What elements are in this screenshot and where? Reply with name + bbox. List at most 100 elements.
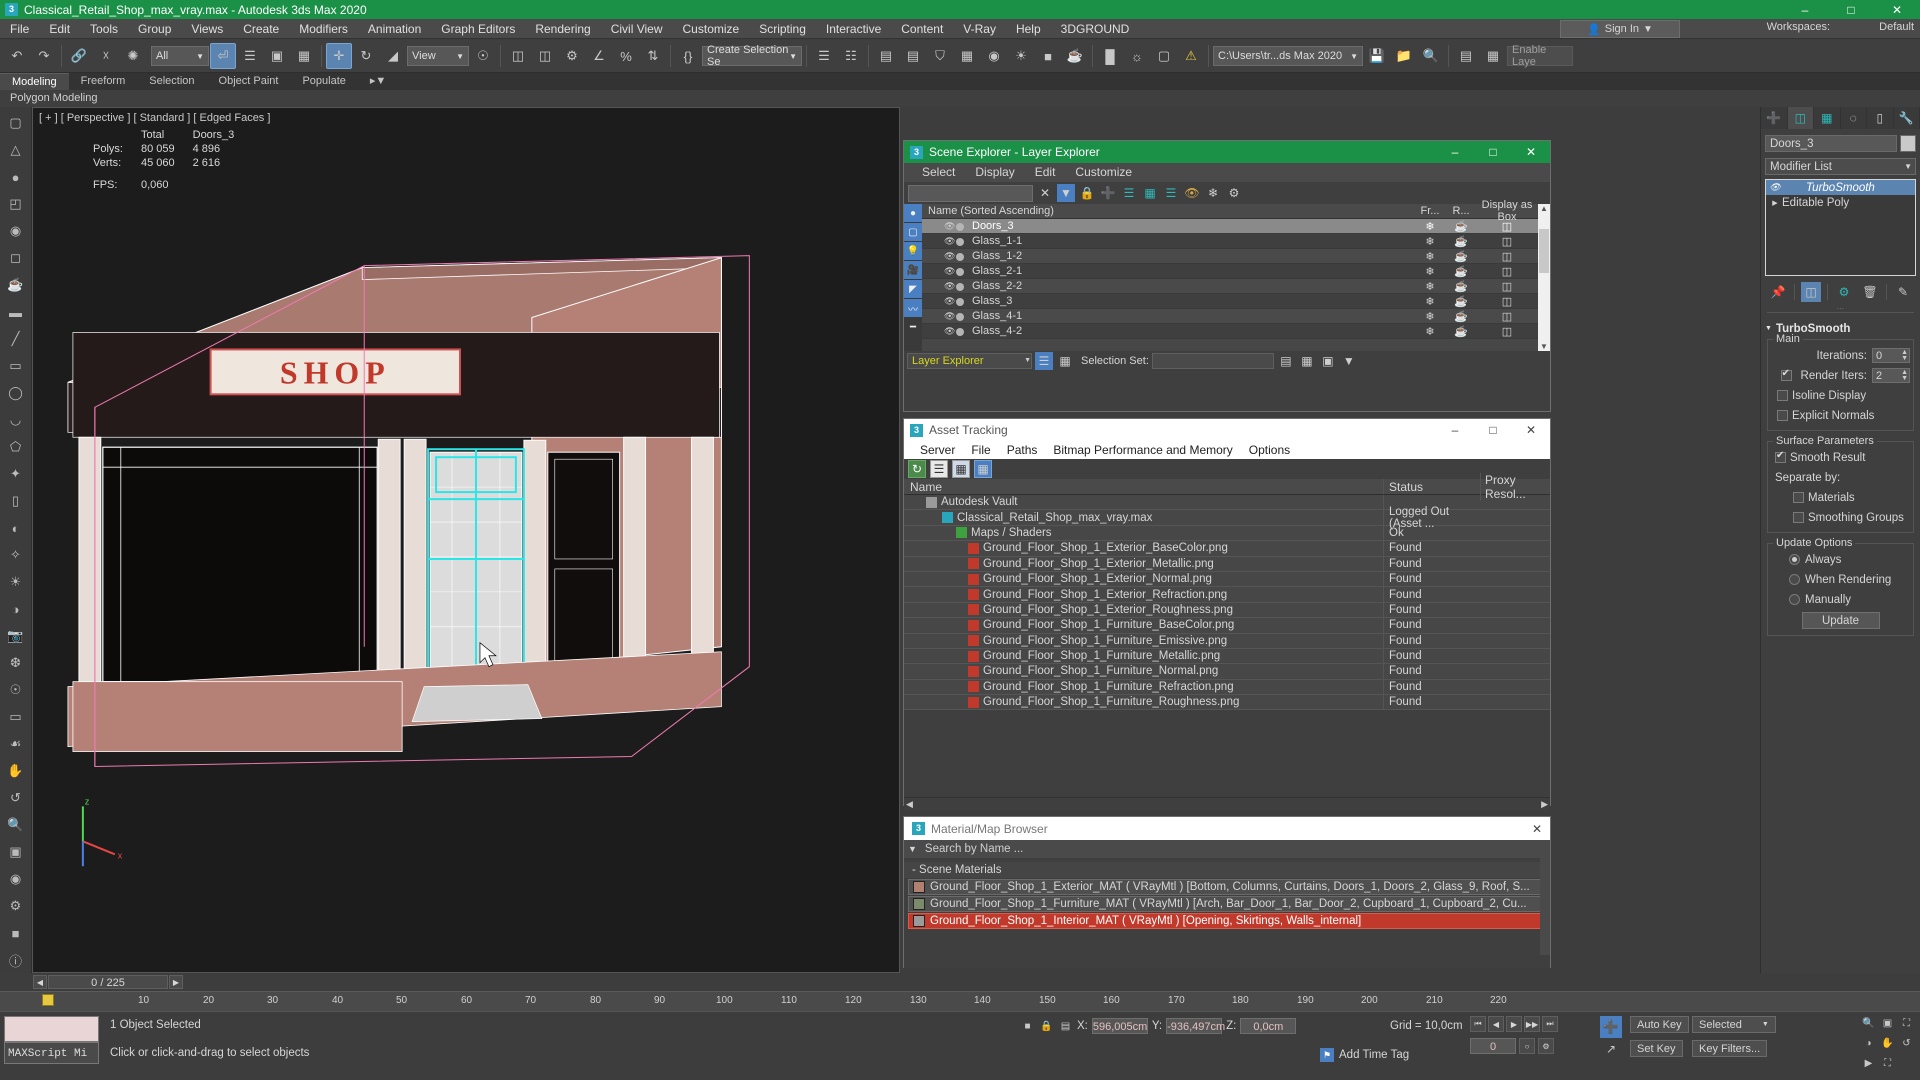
list-view-icon[interactable]: ☰	[930, 460, 948, 478]
rendered-frame-icon[interactable]: ■	[1035, 43, 1061, 69]
renderable-cell-icon[interactable]: ☕	[1446, 310, 1476, 323]
close-button[interactable]: ✕	[1512, 419, 1550, 441]
add-layer-icon[interactable]: ➕	[1099, 184, 1117, 202]
filter-bones-icon[interactable]: ━	[904, 318, 922, 336]
delete-selection-set-icon[interactable]: ▣	[1319, 352, 1337, 370]
table-row[interactable]: Ground_Floor_Shop_1_Furniture_Metallic.p…	[904, 648, 1550, 665]
y-coordinate-field[interactable]: -936,497cm	[1166, 1018, 1225, 1034]
material-editor-icon[interactable]: ◉	[981, 43, 1007, 69]
scene-explorer-titlebar[interactable]: 3 Scene Explorer - Layer Explorer – □ ✕	[904, 141, 1550, 163]
make-unique-icon[interactable]: ⚙	[1834, 282, 1854, 302]
mirror-tool-icon[interactable]: ☰	[811, 43, 837, 69]
close-button[interactable]: ✕	[1512, 141, 1550, 163]
menu-help[interactable]: Help	[1006, 19, 1051, 39]
ribbon-tab-freeform[interactable]: Freeform	[69, 73, 138, 90]
freeze-layer-icon[interactable]: ❄	[1204, 184, 1222, 202]
window-crossing-icon[interactable]: ▦	[291, 43, 317, 69]
menu-graph-editors[interactable]: Graph Editors	[431, 19, 525, 39]
selected-filter-dropdown[interactable]: Selected ▼	[1692, 1016, 1776, 1033]
scene-explorer-window[interactable]: 3 Scene Explorer - Layer Explorer – □ ✕ …	[903, 140, 1551, 412]
render-iters-checkbox[interactable]	[1780, 368, 1792, 381]
enable-layer-field[interactable]: Enable Laye	[1507, 44, 1573, 68]
menu-customize[interactable]: Customize	[673, 19, 750, 39]
menu-rendering[interactable]: Rendering	[525, 19, 600, 39]
column-header-status[interactable]: Status	[1383, 479, 1480, 494]
zoom-view-icon[interactable]: 🔍	[4, 813, 28, 837]
filter-space-warps-icon[interactable]: 〰	[904, 299, 922, 317]
freeze-cell-icon[interactable]: ❄	[1414, 280, 1446, 293]
open-file-icon[interactable]: 📁	[1391, 43, 1417, 69]
prev-frame-button[interactable]: ◀	[33, 975, 47, 989]
vray-proxy-icon[interactable]: ▭	[4, 705, 28, 729]
ribbon-tab-modeling[interactable]: Modeling	[0, 73, 69, 90]
materials-row[interactable]: Materials	[1771, 489, 1910, 506]
bind-space-warp-icon[interactable]: ✺	[120, 43, 146, 69]
sphere-tool-icon[interactable]: ●	[4, 165, 28, 189]
display-as-box-cell-icon[interactable]: ◫	[1476, 295, 1538, 308]
timeline-ruler[interactable]: 10 20 30 40 50 60 70 80 90 100 110 120 1…	[0, 991, 1920, 1011]
list-item[interactable]: Ground_Floor_Shop_1_Interior_MAT ( VRayM…	[908, 913, 1546, 929]
filter-icon[interactable]: ▼	[1057, 184, 1075, 202]
at-menu-bitmap-performance[interactable]: Bitmap Performance and Memory	[1045, 443, 1240, 457]
scene-materials-group-header[interactable]: - Scene Materials	[904, 862, 1550, 878]
select-link-icon[interactable]: 🔗	[66, 43, 92, 69]
column-header-proxy[interactable]: Proxy Resol...	[1480, 472, 1550, 501]
renderable-cell-icon[interactable]: ☕	[1446, 250, 1476, 263]
cone-tool-icon[interactable]: △	[4, 138, 28, 162]
play-animation-icon[interactable]: ▶	[1506, 1016, 1522, 1032]
save-file-icon[interactable]: 💾	[1364, 43, 1390, 69]
color-swatch[interactable]	[956, 268, 964, 276]
time-slider-handle[interactable]	[42, 994, 54, 1006]
current-frame-display[interactable]: 0 / 225	[48, 975, 168, 989]
selection-set-dropdown[interactable]	[1151, 352, 1274, 369]
asset-tracking-horizontal-scrollbar[interactable]: ◀ ▶	[904, 797, 1550, 811]
update-manually-radio[interactable]	[1789, 594, 1800, 605]
menu-content[interactable]: Content	[891, 19, 953, 39]
freeze-cell-icon[interactable]: ❄	[1414, 250, 1446, 263]
spinner-arrows-icon[interactable]: ▲ ▼	[1901, 349, 1908, 362]
table-row[interactable]: 👁 Glass_3 ❄ ☕ ◫	[922, 294, 1538, 309]
filter-helpers-icon[interactable]: ◤	[904, 280, 922, 298]
table-row[interactable]: Ground_Floor_Shop_1_Furniture_BaseColor.…	[904, 618, 1550, 634]
renderable-cell-icon[interactable]: ☕	[1446, 220, 1476, 233]
hierarchy-view-toggle-icon[interactable]: ▦	[1056, 352, 1074, 370]
update-when-rendering-row[interactable]: When Rendering	[1771, 571, 1910, 588]
material-map-browser-window[interactable]: 3 Material/Map Browser ✕ ▼ Search by Nam…	[903, 816, 1551, 968]
menu-interactive[interactable]: Interactive	[816, 19, 891, 39]
asset-tracking-window[interactable]: 3 Asset Tracking – □ ✕ Server File Paths…	[903, 418, 1551, 811]
renderable-cell-icon[interactable]: ☕	[1446, 280, 1476, 293]
circle-tool-icon[interactable]: ◯	[4, 381, 28, 405]
column-header-frozen[interactable]: Fr...	[1414, 205, 1446, 217]
menu-modifiers[interactable]: Modifiers	[289, 19, 358, 39]
table-row[interactable]: Ground_Floor_Shop_1_Exterior_Roughness.p…	[904, 602, 1550, 619]
add-selection-set-icon[interactable]: ▤	[1277, 352, 1295, 370]
at-menu-options[interactable]: Options	[1241, 443, 1298, 457]
render-preview-icon[interactable]: ◉	[4, 867, 28, 891]
eye-icon[interactable]: 👁	[944, 251, 955, 262]
menu-edit[interactable]: Edit	[39, 19, 80, 39]
zoom-extents-icon[interactable]: ⛶	[1899, 1016, 1914, 1031]
color-swatch[interactable]	[956, 313, 964, 321]
add-time-tag-row[interactable]: ⚑ Add Time Tag	[1320, 1048, 1409, 1062]
configure-modifier-sets-icon[interactable]: ✎	[1893, 282, 1913, 302]
show-end-result-icon[interactable]: ◫	[1801, 282, 1821, 302]
set-key-toggle-icon[interactable]: ➕	[1600, 1016, 1622, 1038]
menu-3dground[interactable]: 3DGROUND	[1051, 19, 1140, 39]
column-header-name[interactable]: Name (Sorted Ascending)	[922, 205, 1414, 217]
render-setup-icon[interactable]: ☀	[1008, 43, 1034, 69]
pan-icon[interactable]: ✋	[1880, 1036, 1895, 1051]
filter-geometry-icon[interactable]: ●	[904, 204, 922, 222]
vray-asset-editor-icon[interactable]: ▢	[1151, 43, 1177, 69]
filter-selection-set-icon[interactable]: ▼	[1340, 352, 1358, 370]
display-as-box-cell-icon[interactable]: ◫	[1476, 280, 1538, 293]
maximize-viewport-icon[interactable]: ▣	[4, 840, 28, 864]
key-filters-button[interactable]: Key Filters...	[1692, 1040, 1768, 1057]
hide-layer-icon[interactable]: 👁	[1183, 184, 1201, 202]
maximize-viewport-toggle-icon[interactable]: ⛶	[1880, 1056, 1895, 1071]
time-tag-icon[interactable]: ⚑	[1320, 1048, 1334, 1062]
clear-search-icon[interactable]: ✕	[1036, 184, 1054, 202]
asset-tracking-titlebar[interactable]: 3 Asset Tracking – □ ✕	[904, 419, 1550, 441]
table-row[interactable]: Ground_Floor_Shop_1_Exterior_Refraction.…	[904, 587, 1550, 603]
filter-shapes-icon[interactable]: ▢	[904, 223, 922, 241]
ribbon-toggle-icon[interactable]: ▤	[900, 43, 926, 69]
